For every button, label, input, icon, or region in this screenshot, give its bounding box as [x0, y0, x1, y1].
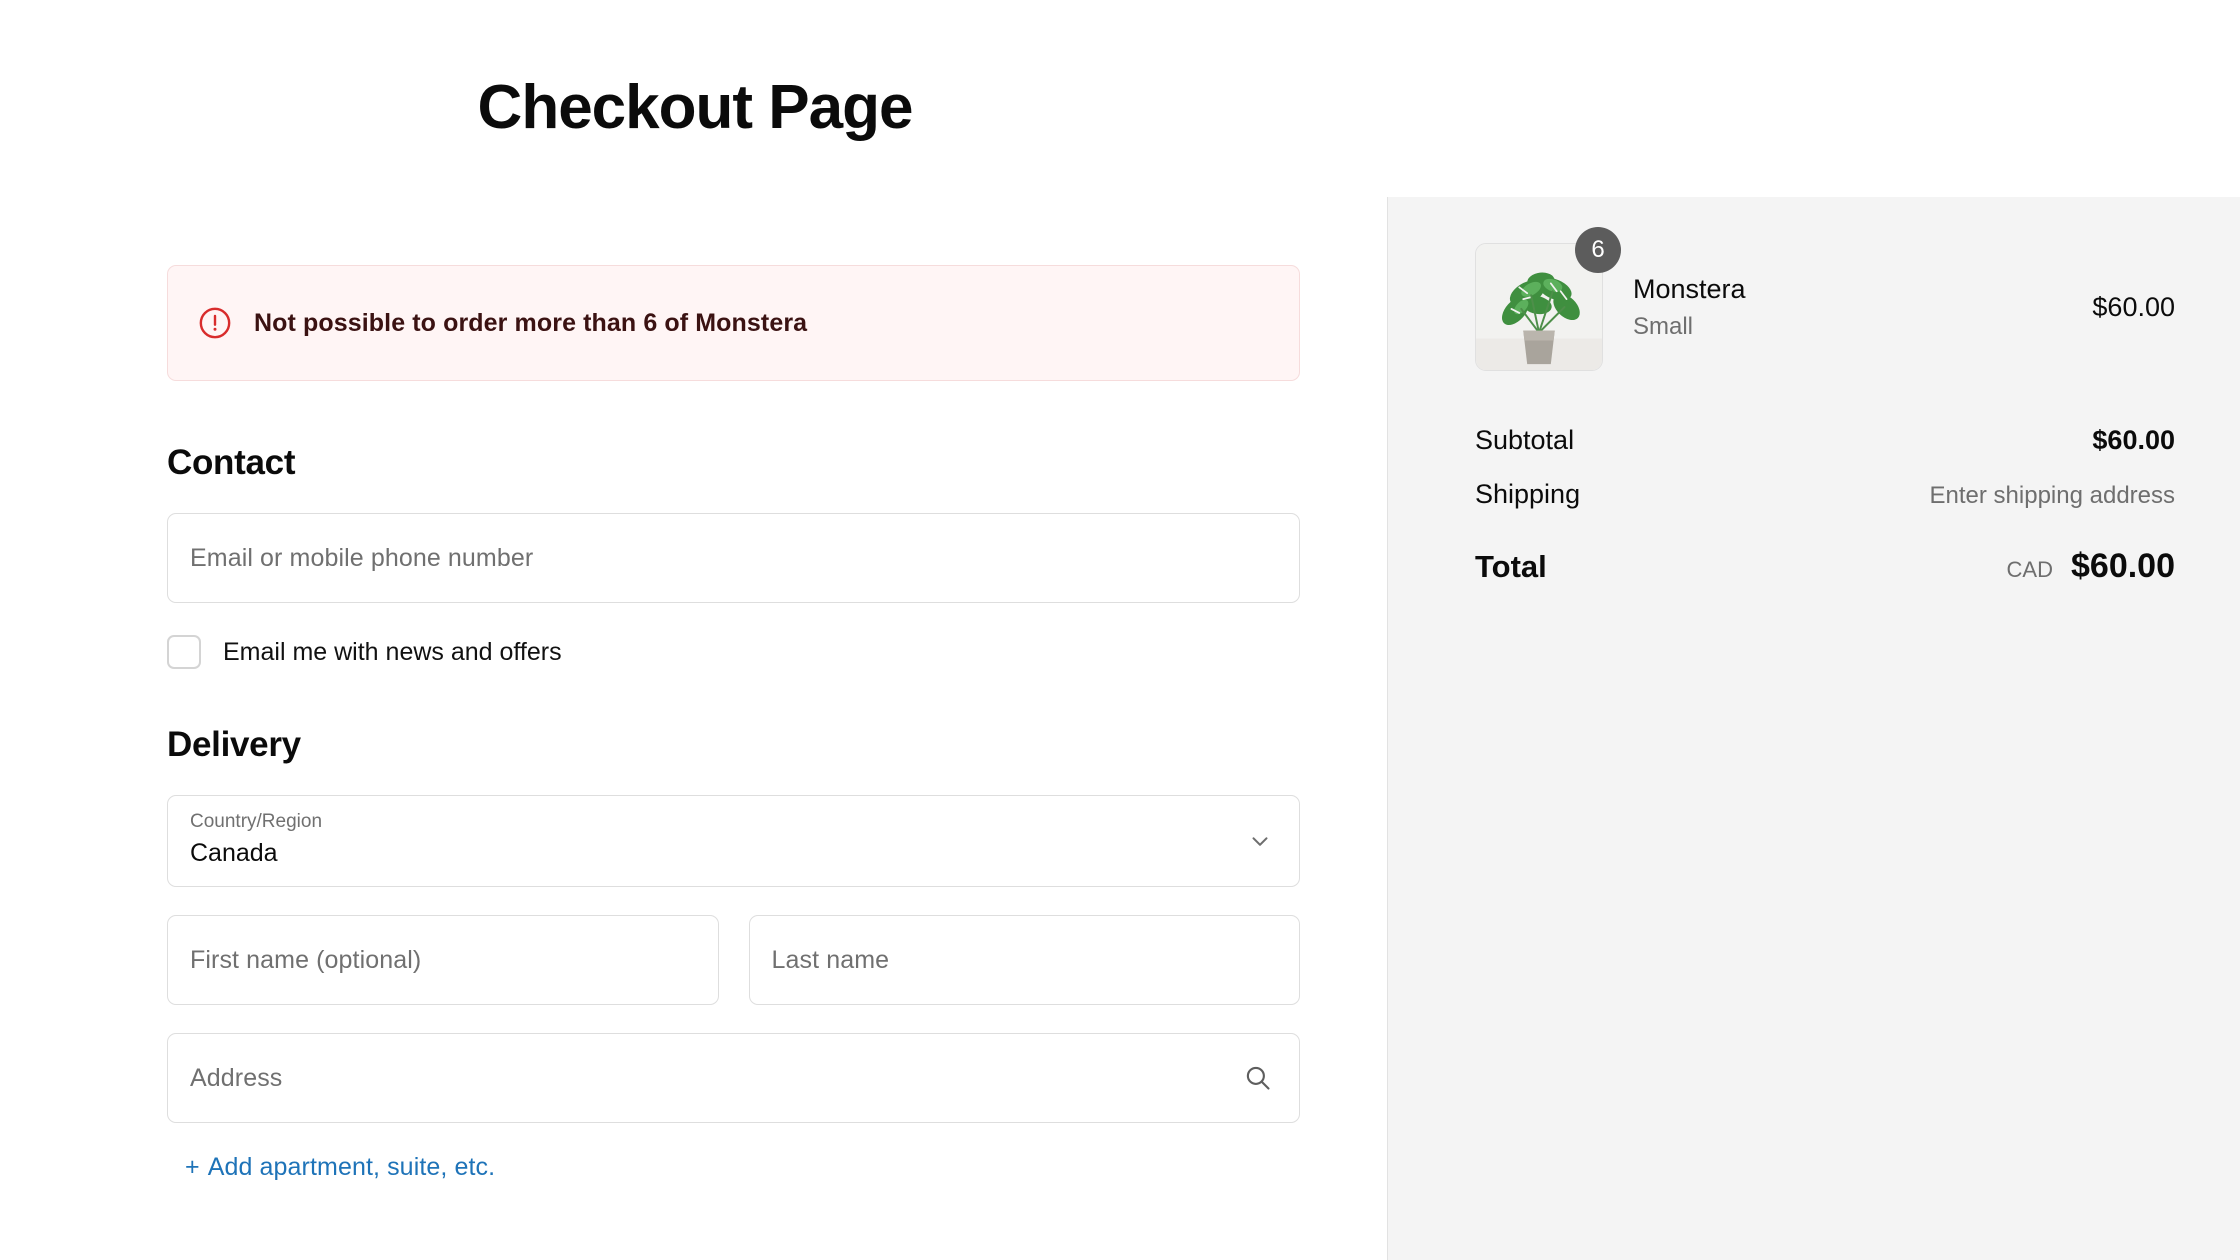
- shipping-row: Shipping Enter shipping address: [1475, 479, 2175, 533]
- subtotal-row: Subtotal $60.00: [1475, 425, 2175, 479]
- country-region-select[interactable]: Country/Region Canada: [167, 795, 1300, 887]
- product-info: Monstera Small: [1633, 270, 2092, 344]
- totals: Subtotal $60.00 Shipping Enter shipping …: [1475, 425, 2175, 607]
- add-apartment-label: Add apartment, suite, etc.: [207, 1153, 496, 1181]
- error-banner: Not possible to order more than 6 of Mon…: [167, 265, 1300, 381]
- plus-icon: +: [185, 1153, 200, 1181]
- newsletter-checkbox-row[interactable]: Email me with news and offers: [167, 635, 1300, 669]
- delivery-heading: Delivery: [167, 725, 301, 764]
- search-icon[interactable]: [1243, 1063, 1273, 1093]
- shipping-value: Enter shipping address: [1929, 482, 2175, 509]
- contact-heading: Contact: [167, 443, 296, 482]
- quantity-badge: 6: [1575, 227, 1621, 273]
- chevron-down-icon[interactable]: [1247, 828, 1273, 854]
- email-field[interactable]: Email or mobile phone number: [167, 513, 1300, 603]
- total-amount-group: CAD $60.00: [2007, 547, 2175, 586]
- product-variant: Small: [1633, 313, 1694, 340]
- last-name-placeholder: Last name: [771, 945, 890, 974]
- subtotal-label: Subtotal: [1475, 425, 1575, 455]
- product-thumbnail-wrap: 6: [1475, 227, 1621, 371]
- newsletter-checkbox[interactable]: [167, 635, 201, 669]
- newsletter-label: Email me with news and offers: [223, 637, 562, 666]
- shipping-label: Shipping: [1475, 479, 1581, 509]
- checkout-page: Checkout Page Not possible to order more…: [0, 0, 2240, 1260]
- currency-code: CAD: [2006, 557, 2053, 582]
- checkout-form: Not possible to order more than 6 of Mon…: [167, 265, 1300, 1182]
- page-title: Checkout Page: [477, 73, 914, 142]
- country-region-label: Country/Region: [190, 811, 323, 832]
- total-amount: $60.00: [2071, 547, 2175, 585]
- add-apartment-link[interactable]: + Add apartment, suite, etc.: [185, 1153, 1300, 1182]
- total-row: Total CAD $60.00: [1475, 547, 2175, 607]
- total-label: Total: [1475, 549, 1547, 584]
- order-summary-panel: 6 Monstera Small $60.00 Subtotal $60.00 …: [1387, 197, 2240, 1260]
- first-name-placeholder: First name (optional): [190, 945, 422, 974]
- error-message: Not possible to order more than 6 of Mon…: [254, 308, 808, 337]
- line-item: 6 Monstera Small $60.00: [1475, 227, 2175, 373]
- address-field[interactable]: Address: [167, 1033, 1300, 1123]
- country-region-value: Canada: [190, 839, 278, 867]
- product-price: $60.00: [2092, 291, 2175, 322]
- email-placeholder: Email or mobile phone number: [190, 543, 534, 572]
- error-circle-icon: [199, 307, 231, 339]
- address-placeholder: Address: [190, 1063, 283, 1092]
- last-name-field[interactable]: Last name: [748, 915, 1300, 1005]
- subtotal-value: $60.00: [2092, 425, 2175, 455]
- product-name: Monstera: [1633, 274, 1746, 304]
- first-name-field[interactable]: First name (optional): [167, 915, 719, 1005]
- name-row: First name (optional) Last name: [167, 915, 1300, 1005]
